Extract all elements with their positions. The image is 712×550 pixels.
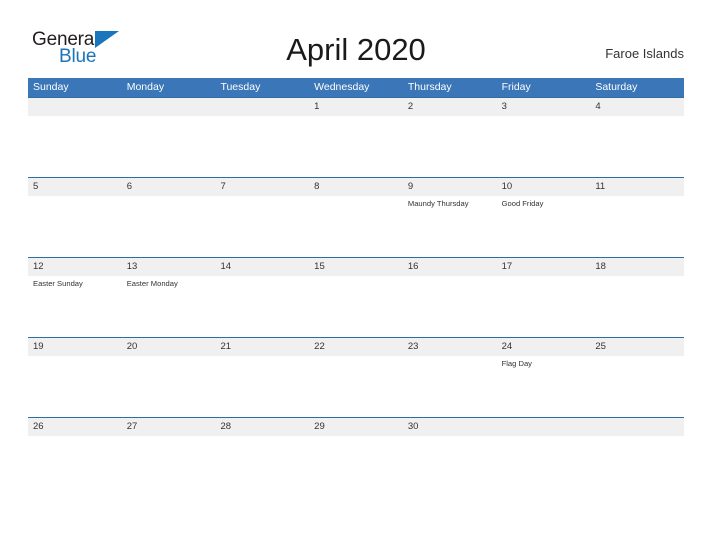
- day-number: 30: [407, 421, 419, 432]
- calendar-week-row: 1 2 3 4: [28, 97, 684, 177]
- calendar-week-row: 26 27 28 29 30: [28, 417, 684, 497]
- day-number: 2: [407, 101, 414, 112]
- weekday-sunday: Sunday: [33, 81, 69, 93]
- day-cell[interactable]: 15: [309, 258, 403, 337]
- day-cell[interactable]: 20: [122, 338, 216, 417]
- day-number: 15: [314, 261, 325, 272]
- weekday-saturday: Saturday: [595, 81, 638, 93]
- day-number: 29: [314, 421, 325, 432]
- day-cell[interactable]: 30: [403, 418, 497, 497]
- day-number: 6: [126, 181, 133, 192]
- day-number: 18: [595, 261, 606, 272]
- calendar-week-row: 19 20 21 22 23 24 Flag Day 25: [28, 337, 684, 417]
- day-number: 28: [220, 421, 232, 432]
- day-cell[interactable]: 28: [215, 418, 309, 497]
- day-cell[interactable]: 13 Easter Monday: [122, 258, 216, 337]
- day-number: 23: [407, 341, 419, 352]
- day-cell[interactable]: 2: [403, 98, 497, 177]
- day-cell[interactable]: 1: [309, 98, 403, 177]
- weekday-tuesday: Tuesday: [220, 81, 261, 93]
- holiday-label: Easter Monday: [126, 279, 178, 288]
- day-cell[interactable]: [28, 98, 122, 177]
- day-cell[interactable]: 19: [28, 338, 122, 417]
- day-number: 5: [33, 181, 39, 192]
- day-number: 20: [126, 341, 138, 352]
- day-cell[interactable]: 26: [28, 418, 122, 497]
- day-cell[interactable]: 27: [122, 418, 216, 497]
- holiday-label: Flag Day: [501, 359, 532, 368]
- country-label: Faroe Islands: [605, 46, 684, 61]
- day-number: 3: [501, 101, 507, 112]
- day-cell[interactable]: 9 Maundy Thursday: [403, 178, 497, 257]
- day-number: 26: [33, 421, 44, 432]
- day-number: 7: [220, 181, 226, 192]
- weekday-friday: Friday: [501, 81, 531, 93]
- day-cell[interactable]: 8: [309, 178, 403, 257]
- day-cell[interactable]: [497, 418, 591, 497]
- day-cell[interactable]: 16: [403, 258, 497, 337]
- day-cell[interactable]: [590, 418, 684, 497]
- day-cell[interactable]: 24 Flag Day: [497, 338, 591, 417]
- day-cell[interactable]: 17: [497, 258, 591, 337]
- calendar-page: General Blue April 2020 Faroe Islands Su…: [0, 0, 712, 550]
- day-number: 11: [595, 181, 606, 192]
- day-number: 24: [501, 341, 513, 352]
- day-cell[interactable]: 25: [590, 338, 684, 417]
- day-number: 17: [501, 261, 513, 272]
- day-cell[interactable]: 22: [309, 338, 403, 417]
- day-cell[interactable]: 18: [590, 258, 684, 337]
- day-cell[interactable]: 23: [403, 338, 497, 417]
- day-cell[interactable]: 12 Easter Sunday: [28, 258, 122, 337]
- day-number: 10: [501, 181, 513, 192]
- weekday-thursday: Thursday: [407, 81, 452, 93]
- holiday-label: Maundy Thursday: [407, 199, 469, 208]
- day-number: 21: [220, 341, 232, 352]
- day-cell[interactable]: [122, 98, 216, 177]
- day-number: 14: [220, 261, 232, 272]
- day-cell[interactable]: 10 Good Friday: [497, 178, 591, 257]
- day-cell[interactable]: 29: [309, 418, 403, 497]
- day-number: 19: [33, 341, 44, 352]
- calendar-week-row: 12 Easter Sunday 13 Easter Monday 14 15 …: [28, 257, 684, 337]
- day-cell[interactable]: 11: [590, 178, 684, 257]
- day-number: 1: [314, 101, 320, 112]
- day-number: 25: [595, 341, 606, 352]
- day-cell[interactable]: 6: [122, 178, 216, 257]
- day-cell[interactable]: 7: [215, 178, 309, 257]
- page-header: General Blue April 2020 Faroe Islands: [0, 0, 712, 78]
- day-cell[interactable]: [215, 98, 309, 177]
- day-number: 9: [407, 181, 414, 192]
- day-cell[interactable]: 21: [215, 338, 309, 417]
- day-cell[interactable]: 14: [215, 258, 309, 337]
- day-number: 13: [126, 261, 138, 272]
- day-number: 16: [407, 261, 419, 272]
- calendar-week-row: 5 6 7 8 9 Maundy Thursday 10 Good Friday…: [28, 177, 684, 257]
- day-cell[interactable]: 5: [28, 178, 122, 257]
- day-number: 22: [314, 341, 325, 352]
- calendar-table: Sunday Monday Tuesday Wednesday Thursday…: [28, 78, 684, 497]
- holiday-label: Good Friday: [501, 199, 544, 208]
- calendar-weekday-header: Sunday Monday Tuesday Wednesday Thursday…: [28, 78, 684, 97]
- day-number: 8: [314, 181, 320, 192]
- day-cell[interactable]: 4: [590, 98, 684, 177]
- day-number: 27: [126, 421, 138, 432]
- day-number: 12: [33, 261, 44, 272]
- weekday-wednesday: Wednesday: [314, 81, 370, 93]
- weekday-monday: Monday: [126, 81, 165, 93]
- holiday-label: Easter Sunday: [33, 279, 83, 288]
- day-cell[interactable]: 3: [497, 98, 591, 177]
- day-number: 4: [595, 101, 601, 112]
